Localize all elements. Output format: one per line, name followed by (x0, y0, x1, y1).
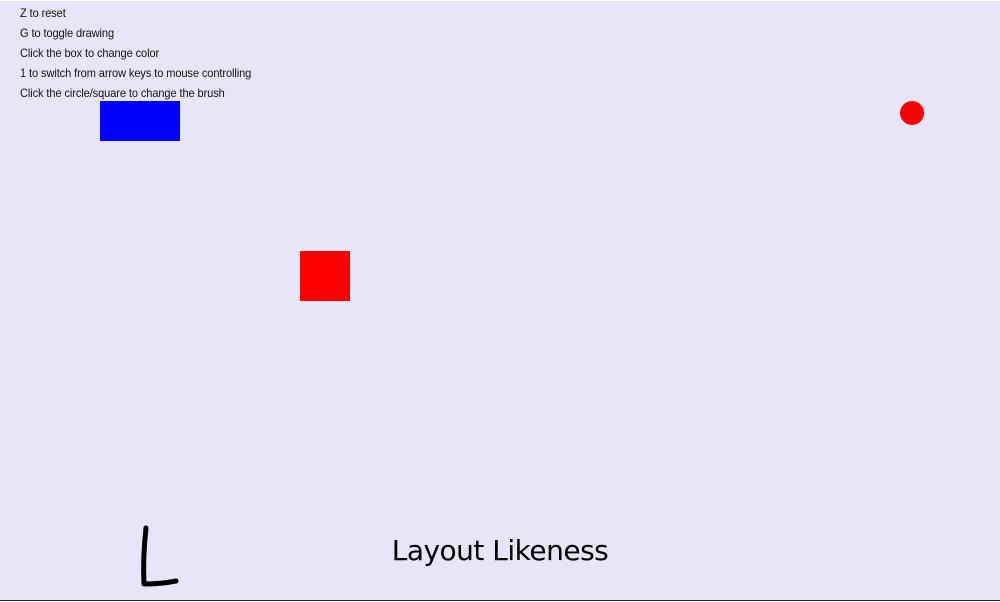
instruction-reset: Z to reset (20, 6, 66, 20)
instructions-list: Z to reset G to toggle drawing Click the… (20, 3, 251, 103)
drawing-canvas[interactable]: Z to reset G to toggle drawing Click the… (0, 1, 1000, 601)
color-picker-box[interactable] (100, 101, 180, 141)
instruction-switch-control: 1 to switch from arrow keys to mouse con… (20, 66, 252, 80)
instruction-toggle-drawing: G to toggle drawing (20, 26, 114, 40)
player-square[interactable] (300, 251, 350, 301)
instruction-change-brush: Click the circle/square to change the br… (20, 86, 225, 100)
brush-shape-toggle[interactable] (900, 101, 924, 125)
caption-text: Layout Likeness (391, 534, 609, 567)
instruction-change-color: Click the box to change color (20, 46, 160, 60)
